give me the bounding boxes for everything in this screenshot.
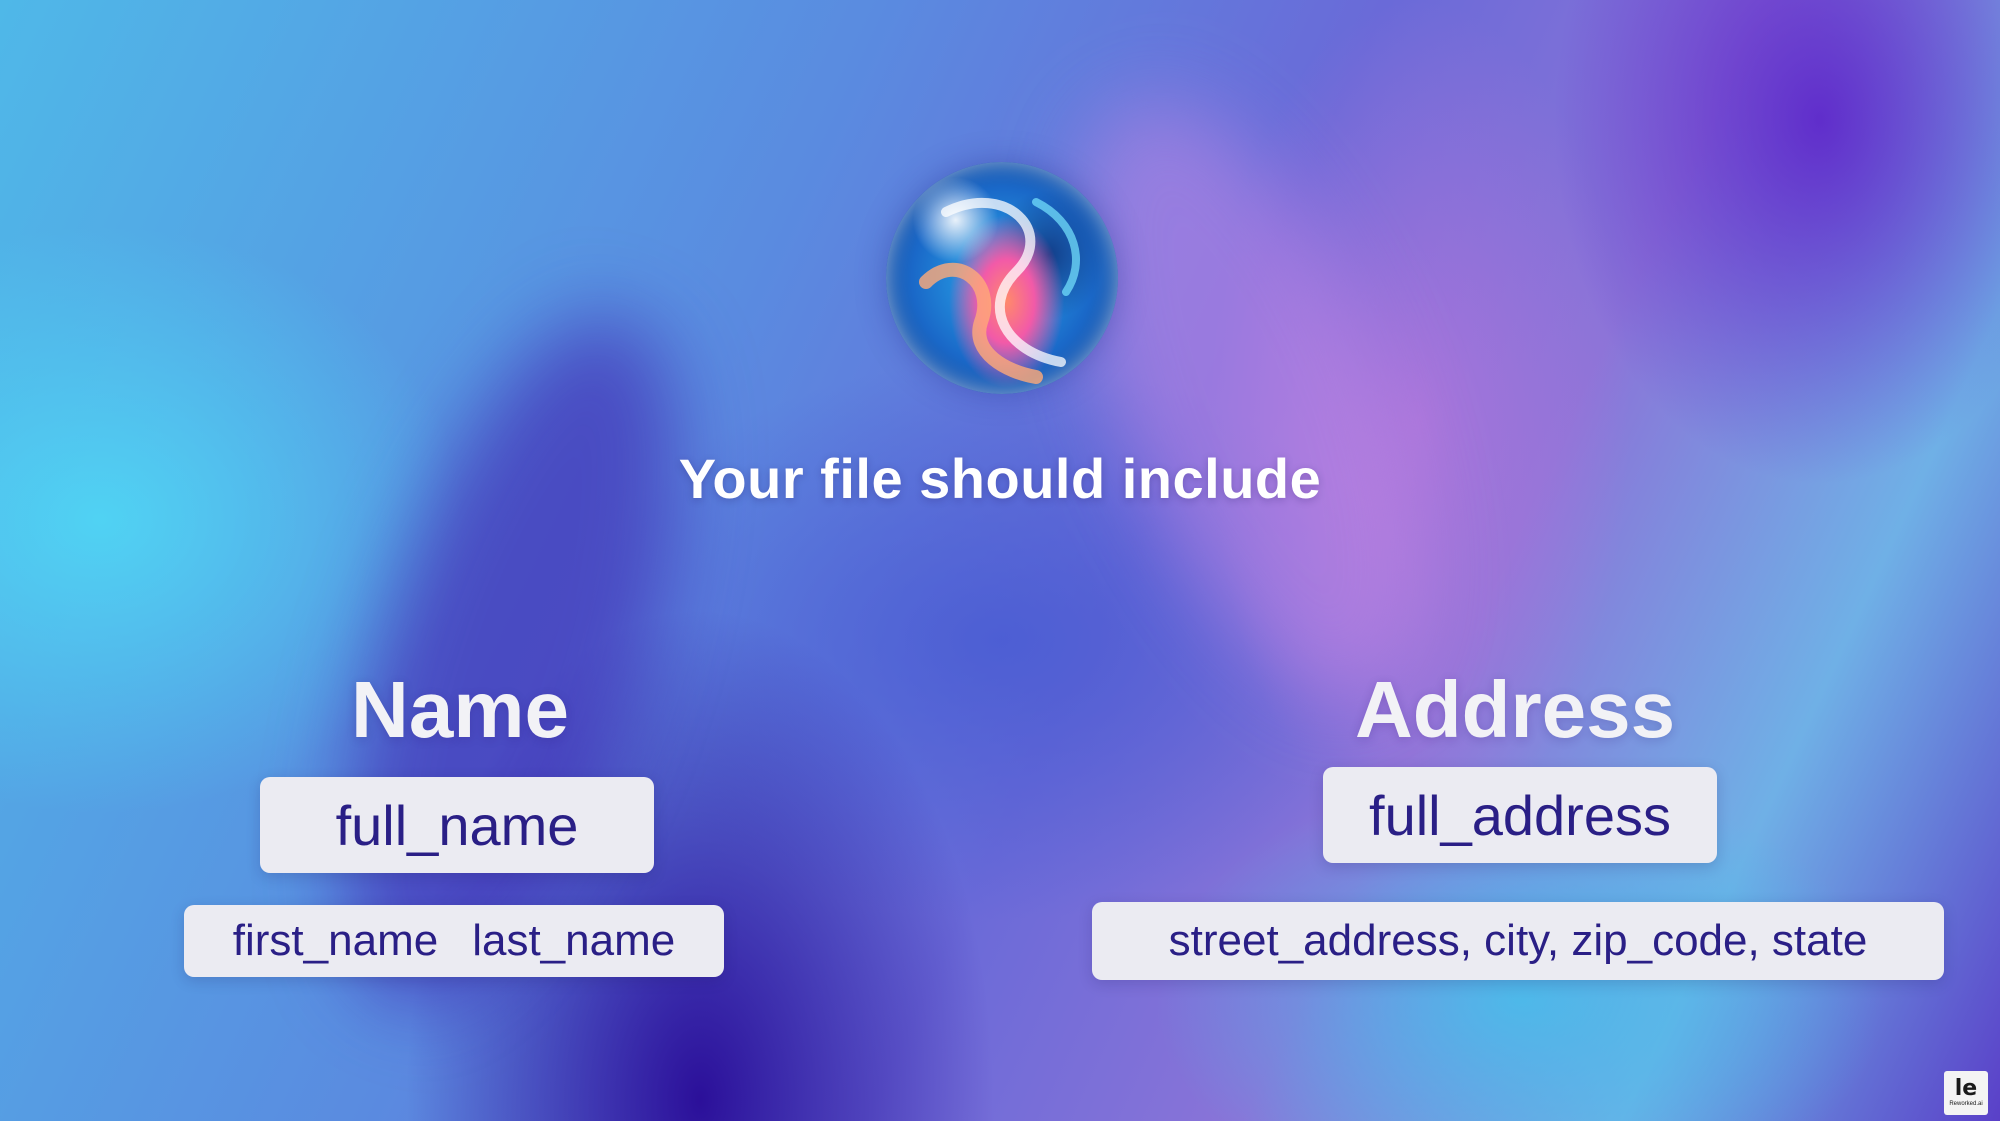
address-parts-pill: street_address, city, zip_code, state	[1092, 902, 1944, 980]
full-address-pill: full_address	[1323, 767, 1717, 863]
last-name-label: last_name	[472, 916, 676, 965]
full-name-label: full_name	[335, 793, 579, 857]
name-parts-pill: first_name last_name	[184, 905, 724, 977]
first-name-label: first_name	[232, 916, 439, 965]
name-heading: Name	[351, 665, 569, 754]
watermark-mark: le	[1954, 1076, 1978, 1101]
full-address-label: full_address	[1369, 783, 1671, 847]
background-swirl	[1009, 54, 1491, 746]
swirl-orb-logo	[886, 162, 1118, 394]
headline: Your file should include	[678, 447, 1322, 510]
background: Your file should include Name full_name …	[0, 0, 2000, 1121]
address-parts-label: street_address, city, zip_code, state	[1168, 916, 1868, 965]
reworked-watermark-logo: le Reworked.ai	[1944, 1071, 1988, 1115]
full-name-pill: full_name	[260, 777, 654, 873]
address-heading: Address	[1354, 665, 1676, 754]
watermark-brand: Reworked.ai	[1949, 1101, 1983, 1107]
